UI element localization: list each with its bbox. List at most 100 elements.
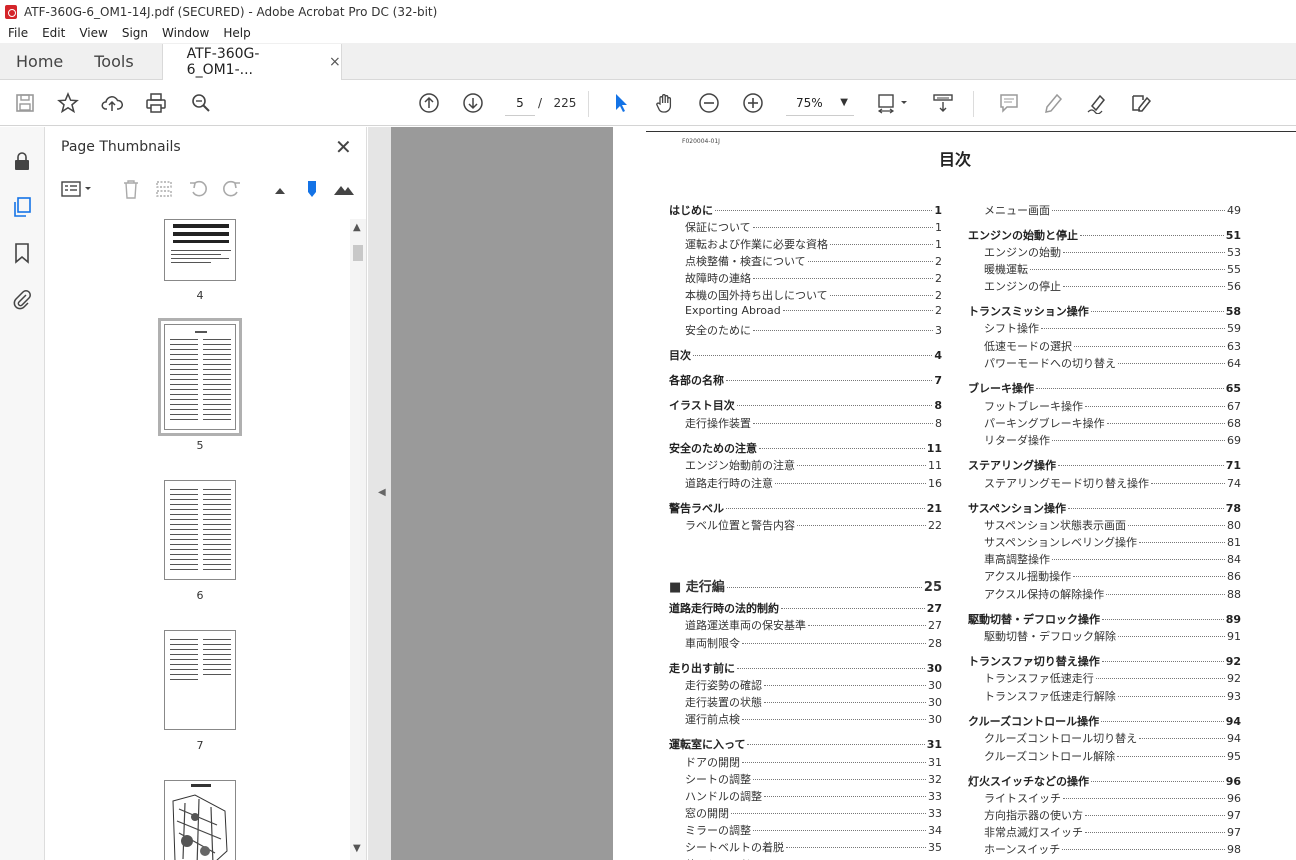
thumbnail-marker-icon[interactable]	[301, 178, 323, 200]
save-icon[interactable]	[13, 91, 37, 115]
right-toc-entry[interactable]: 駆動切替・デフロック解除 91	[984, 628, 1241, 643]
zoom-in-icon[interactable]	[741, 91, 765, 115]
comment-icon[interactable]	[997, 91, 1021, 115]
right-toc-entry[interactable]: リターダ操作 69	[984, 432, 1241, 447]
left-toc-entry[interactable]: 走行操作装置 8	[685, 415, 942, 430]
thumbnail-smaller-icon[interactable]	[269, 178, 291, 200]
left-toc-entry[interactable]: 安全のための注意 11	[669, 440, 942, 455]
thumbnail-page-6[interactable]	[164, 480, 236, 580]
next-page-icon[interactable]	[461, 91, 485, 115]
tab-close-icon[interactable]: ×	[329, 54, 341, 70]
tab-document[interactable]: ATF-360G-6_OM1-... ×	[161, 44, 342, 80]
right-toc-entry[interactable]: サスペンション操作 78	[968, 500, 1241, 515]
upload-cloud-icon[interactable]	[100, 91, 124, 115]
lock-icon[interactable]	[10, 149, 34, 173]
left-toc-entry[interactable]: 道路走行時の法的制約 27	[669, 600, 942, 615]
left-toc-entry[interactable]: 本機の国外持ち出しについて 2	[685, 287, 942, 302]
zoom-select[interactable]: 75% ▼	[786, 90, 854, 116]
fit-page-icon[interactable]	[876, 91, 912, 115]
page-thumbnails-icon[interactable]	[10, 195, 34, 219]
left-toc-entry[interactable]: 走行装置の状態 30	[685, 694, 942, 709]
right-toc-entry[interactable]: 非常点滅灯スイッチ 97	[984, 824, 1241, 839]
right-toc-entry[interactable]: エンジンの始動と停止 51	[968, 227, 1241, 242]
thumbnail-page-4[interactable]	[164, 219, 236, 281]
right-toc-entry[interactable]: ステアリング操作 71	[968, 457, 1241, 472]
left-toc-entry[interactable]: はじめに 1	[669, 202, 942, 217]
left-toc-entry[interactable]: 道路運送車両の保安基準 27	[685, 617, 942, 632]
right-toc-entry[interactable]: 方向指示器の使い方 97	[984, 807, 1241, 822]
right-toc-entry[interactable]: 低速モードの選択 63	[984, 338, 1241, 353]
thumbnail-page-7[interactable]	[164, 630, 236, 730]
left-toc-entry[interactable]: シートベルトの着脱 35	[685, 839, 942, 854]
left-toc-entry[interactable]: エンジン始動前の注意 11	[685, 457, 942, 472]
thumbnail-page-5[interactable]	[158, 318, 242, 436]
left-toc-entry[interactable]: ドアの開閉 31	[685, 754, 942, 769]
right-toc-entry[interactable]: クルーズコントロール切り替え 94	[984, 730, 1241, 745]
close-icon[interactable]: ✕	[335, 135, 352, 159]
zoom-search-icon[interactable]	[189, 91, 213, 115]
hand-tool-icon[interactable]	[653, 91, 677, 115]
menu-help[interactable]: Help	[215, 26, 256, 40]
left-toc-entry[interactable]: ■ 走行編 25	[669, 576, 942, 595]
right-toc-entry[interactable]: トランスファ低速走行解除 93	[984, 688, 1241, 703]
left-toc-entry[interactable]: 車両制限令 28	[685, 635, 942, 650]
right-toc-entry[interactable]: シフト操作 59	[984, 320, 1241, 335]
right-toc-entry[interactable]: エンジンの停止 56	[984, 278, 1241, 293]
tab-home[interactable]: Home	[0, 43, 78, 79]
left-toc-entry[interactable]: 運転および作業に必要な資格 1	[685, 236, 942, 251]
bookmark-star-icon[interactable]	[56, 91, 80, 115]
right-toc-entry[interactable]: トランスミッション操作 58	[968, 303, 1241, 318]
right-toc-entry[interactable]: トランスファ低速走行 92	[984, 670, 1241, 685]
left-toc-entry[interactable]: シートの調整 32	[685, 771, 942, 786]
extract-pages-icon[interactable]	[153, 178, 175, 200]
right-toc-entry[interactable]: ライトスイッチ 96	[984, 790, 1241, 805]
thumbnail-larger-icon[interactable]	[333, 178, 355, 200]
scroll-down-icon[interactable]: ▼	[353, 843, 361, 854]
menu-edit[interactable]: Edit	[34, 26, 71, 40]
left-toc-entry[interactable]: 運行前点検 30	[685, 711, 942, 726]
menu-window[interactable]: Window	[154, 26, 215, 40]
left-toc-entry[interactable]: 目次 4	[669, 347, 942, 362]
rotate-right-icon[interactable]	[221, 178, 243, 200]
right-toc-entry[interactable]: エンジンの始動 53	[984, 244, 1241, 259]
left-toc-entry[interactable]: Exporting Abroad 2	[685, 304, 942, 318]
right-toc-entry[interactable]: 駆動切替・デフロック操作 89	[968, 611, 1241, 626]
left-toc-entry[interactable]: 各部の名称 7	[669, 372, 942, 387]
left-toc-entry[interactable]: 警告ラベル 21	[669, 500, 942, 515]
right-toc-entry[interactable]: アクスル保持の解除操作 88	[984, 586, 1241, 601]
right-toc-entry[interactable]: クルーズコントロール操作 94	[968, 713, 1241, 728]
collapse-panel-icon[interactable]: ◀	[378, 487, 386, 498]
right-toc-entry[interactable]: パーキングブレーキ操作 68	[984, 415, 1241, 430]
right-toc-entry[interactable]: パワーモードへの切り替え 64	[984, 355, 1241, 370]
right-toc-entry[interactable]: アクスル揺動操作 86	[984, 568, 1241, 583]
right-toc-entry[interactable]: メニュー画面 49	[984, 202, 1241, 217]
left-toc-entry[interactable]: 故障時の連絡 2	[685, 270, 942, 285]
right-toc-entry[interactable]: 車高調整操作 84	[984, 551, 1241, 566]
menu-view[interactable]: View	[71, 26, 113, 40]
delete-trash-icon[interactable]	[120, 178, 142, 200]
left-toc-entry[interactable]: ハンドルの調整 33	[685, 788, 942, 803]
right-toc-entry[interactable]: 灯火スイッチなどの操作 96	[968, 773, 1241, 788]
left-toc-entry[interactable]: 道路走行時の注意 16	[685, 475, 942, 490]
menu-file[interactable]: File	[0, 26, 34, 40]
scroll-mode-icon[interactable]	[931, 91, 955, 115]
tab-tools[interactable]: Tools	[78, 43, 148, 79]
right-toc-entry[interactable]: 暖機運転 55	[984, 261, 1241, 276]
left-toc-entry[interactable]: 運転室に入って 31	[669, 736, 942, 751]
left-toc-entry[interactable]: 安全のために 3	[685, 322, 942, 337]
print-icon[interactable]	[144, 91, 168, 115]
previous-page-icon[interactable]	[417, 91, 441, 115]
right-toc-entry[interactable]: サスペンション状態表示画面 80	[984, 517, 1241, 532]
left-toc-entry[interactable]: 保証について 1	[685, 219, 942, 234]
scrollbar-thumb[interactable]	[353, 245, 363, 261]
menu-sign[interactable]: Sign	[114, 26, 154, 40]
thumbnail-scrollbar[interactable]: ▲ ▼	[350, 219, 366, 860]
left-toc-entry[interactable]: 点検整備・検査について 2	[685, 253, 942, 268]
thumbnail-page-8[interactable]	[164, 780, 236, 860]
left-toc-entry[interactable]: ミラーの調整 34	[685, 822, 942, 837]
edit-form-icon[interactable]	[1129, 91, 1153, 115]
right-toc-entry[interactable]: サスペンションレベリング操作 81	[984, 534, 1241, 549]
left-toc-entry[interactable]: ラベル位置と警告内容 22	[685, 517, 942, 532]
rotate-left-icon[interactable]	[187, 178, 209, 200]
right-toc-entry[interactable]: ステアリングモード切り替え操作 74	[984, 475, 1241, 490]
